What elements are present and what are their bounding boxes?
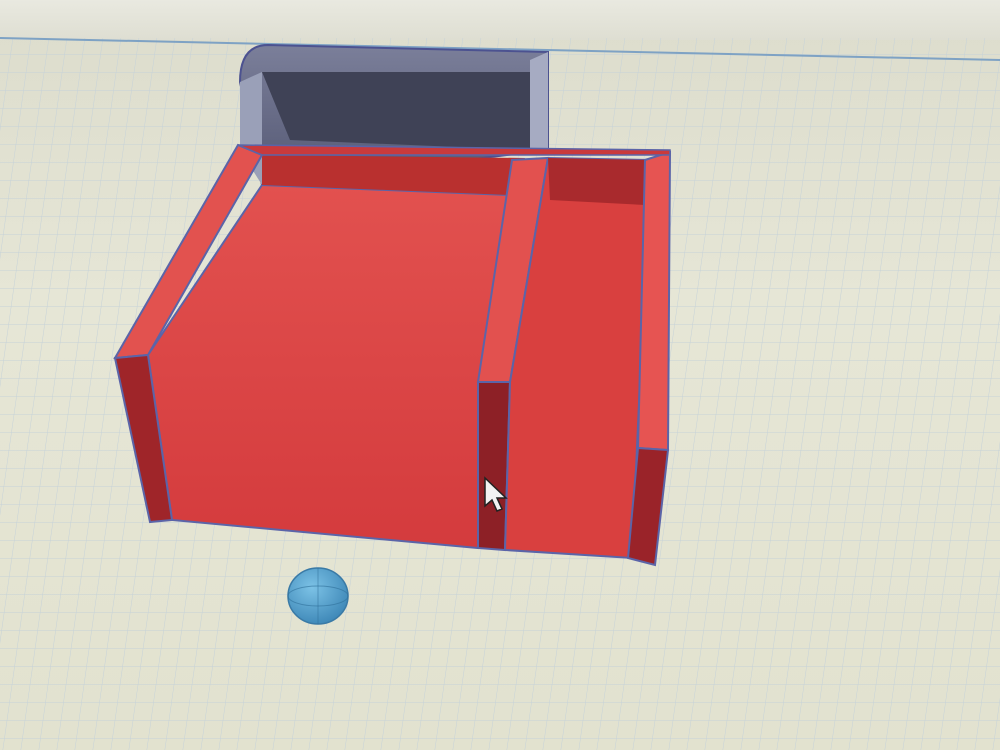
screen — [0, 0, 1000, 750]
nav-sphere-icon[interactable] — [287, 567, 349, 625]
workplane-canvas[interactable] — [0, 0, 1000, 750]
